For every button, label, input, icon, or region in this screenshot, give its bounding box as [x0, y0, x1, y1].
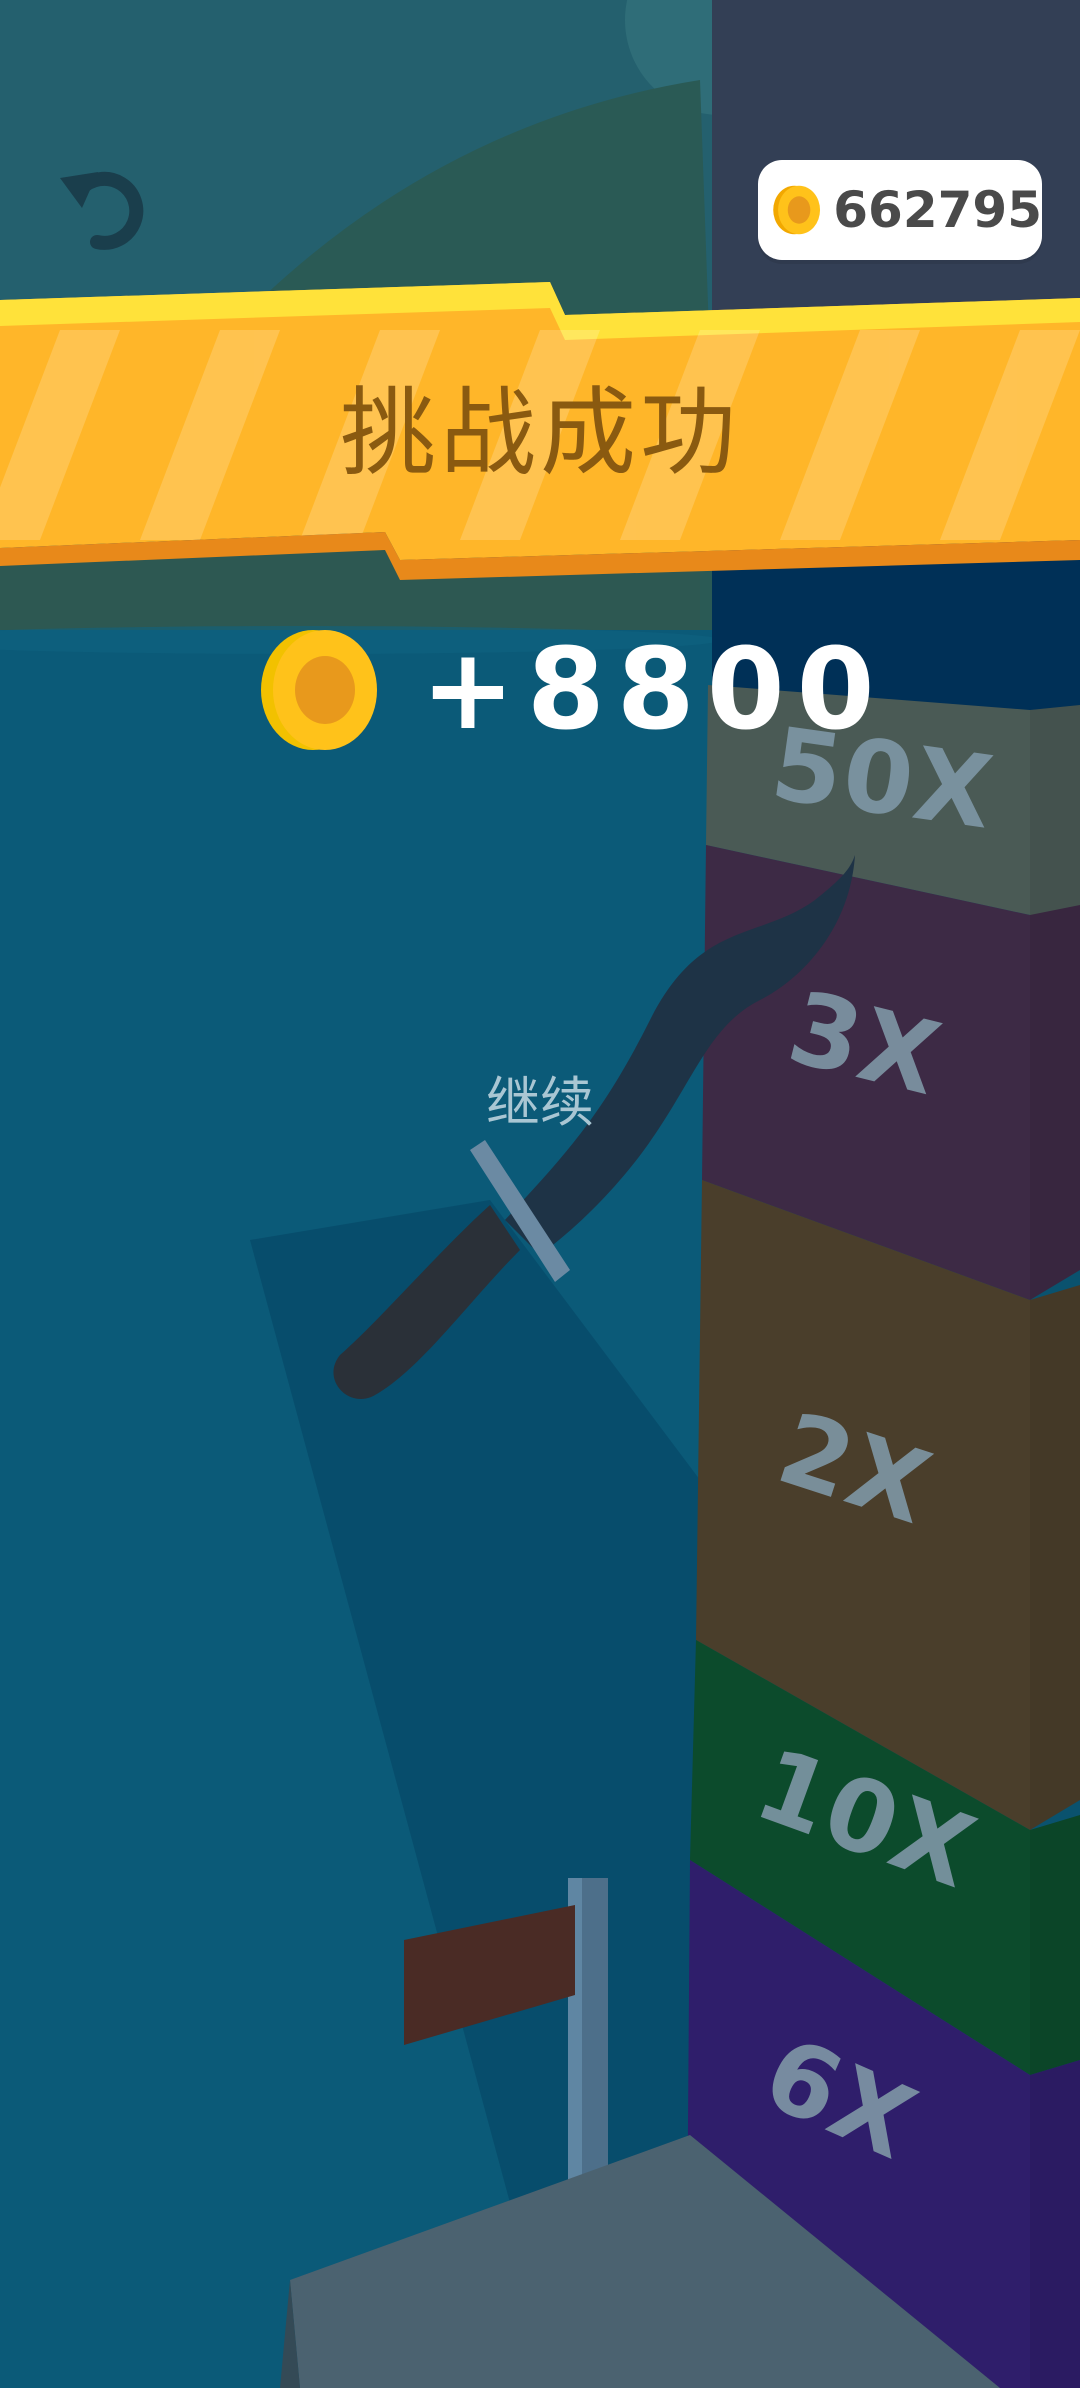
- restart-icon: [60, 171, 144, 250]
- coin-icon: [261, 630, 377, 750]
- tower-side-face: [1030, 705, 1080, 2388]
- coin-total-badge: 662795: [758, 160, 1042, 260]
- reward-amount: +8800: [421, 625, 887, 755]
- reward-row: +8800: [255, 625, 887, 755]
- continue-button[interactable]: 继续: [0, 1058, 1080, 1137]
- coin-total: 662795: [833, 181, 1042, 239]
- restart-button[interactable]: [52, 150, 162, 260]
- banner-title: 挑战成功: [340, 377, 740, 489]
- coin-icon: [773, 185, 821, 235]
